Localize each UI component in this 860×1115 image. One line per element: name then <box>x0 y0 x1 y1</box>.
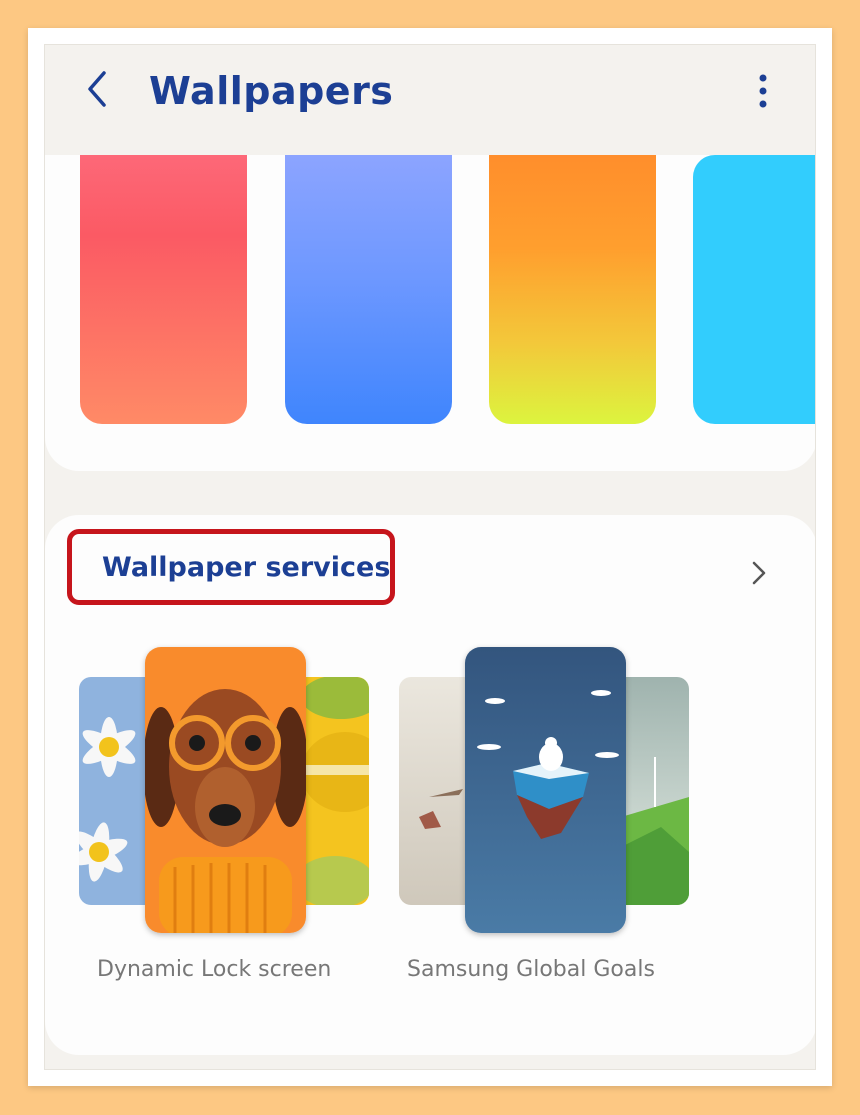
daisy-thumbnail <box>79 677 147 905</box>
wallpaper-services-title: Wallpaper services <box>102 551 391 583</box>
service-item-samsung-global-goals[interactable]: Samsung Global Goals <box>399 647 719 987</box>
desert-thumbnail <box>399 677 467 905</box>
back-button[interactable] <box>75 67 119 111</box>
windmill-hills-thumbnail <box>621 677 689 905</box>
service-item-dynamic-lock-screen[interactable]: Dynamic Lock screen <box>79 647 399 987</box>
wallpaper-preview-strip <box>45 155 815 471</box>
polar-bear-iceberg-thumbnail <box>465 647 626 933</box>
wallpaper-services-header[interactable]: Wallpaper services <box>67 529 395 605</box>
wallpaper-swatch-blue[interactable] <box>285 155 452 424</box>
wallpaper-services-card: Wallpaper services Dynamic Lock screen S… <box>45 515 815 1055</box>
page-title: Wallpapers <box>149 69 394 113</box>
wallpaper-swatch-orange-yellow[interactable] <box>489 155 656 424</box>
chevron-right-icon <box>752 561 766 585</box>
wallpaper-swatch-cyan[interactable] <box>693 155 815 424</box>
wallpapers-screen: Wallpapers Wallpaper services Dynamic Lo… <box>44 44 816 1070</box>
wallpaper-services-more-button[interactable] <box>739 553 779 593</box>
service-item-label: Dynamic Lock screen <box>97 957 332 982</box>
service-item-label: Samsung Global Goals <box>407 957 655 982</box>
macaron-thumbnail <box>301 677 369 905</box>
wallpaper-swatch-coral[interactable] <box>80 155 247 424</box>
chevron-left-icon <box>88 71 106 107</box>
dachshund-thumbnail <box>145 647 306 933</box>
more-vertical-icon <box>759 74 767 108</box>
more-options-button[interactable] <box>745 67 781 115</box>
